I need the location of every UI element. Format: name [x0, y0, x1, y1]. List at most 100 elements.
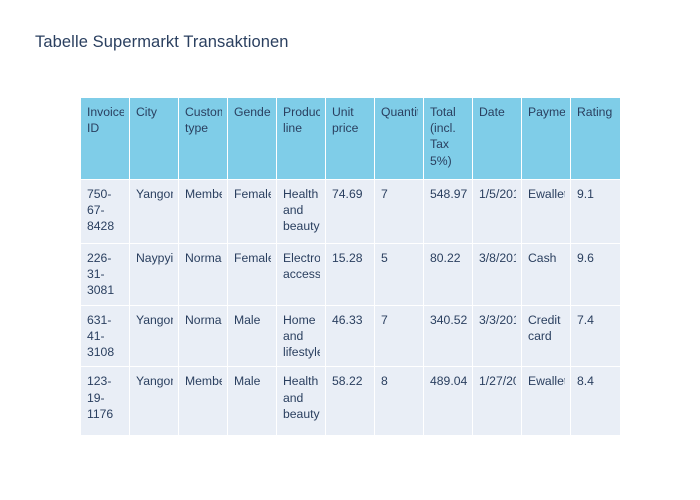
- cell-value: 3/3/2019: [479, 312, 516, 327]
- cell-value: 9.6: [577, 251, 594, 265]
- cell-value: 7: [381, 187, 388, 201]
- cell-gender: Female: [228, 244, 277, 306]
- cell-rating: 8.4: [571, 367, 620, 436]
- cell-value: 1/27/2019: [479, 374, 516, 389]
- cell-rating: 9.6: [571, 244, 620, 306]
- table-row: 750-67-8428 Yangon Member Female Health …: [81, 180, 620, 244]
- column-header-label: Customer type: [185, 105, 222, 136]
- cell-customer-type: Normal: [179, 244, 228, 306]
- column-header-label: Date: [479, 105, 505, 119]
- column-header-rating: Rating: [571, 98, 620, 180]
- cell-gender: Male: [228, 367, 277, 436]
- cell-invoice-id: 631-41-3108: [81, 305, 130, 368]
- table-header-row: Invoice ID City Customer type Gender Pro…: [81, 98, 620, 180]
- cell-unit-price: 74.69: [326, 180, 375, 244]
- cell-quantity: 7: [375, 305, 424, 368]
- column-header-product-line: Product line: [277, 98, 326, 180]
- cell-quantity: 5: [375, 244, 424, 306]
- cell-value: Female: [234, 187, 271, 201]
- column-header-label: Invoice ID: [87, 105, 124, 136]
- cell-payment: Credit card: [522, 305, 571, 368]
- cell-value: 8.4: [577, 374, 594, 389]
- cell-value: Cash: [528, 251, 557, 265]
- cell-total: 340.5255: [424, 305, 473, 368]
- column-header-label: Quantity: [381, 105, 418, 119]
- cell-value: Health and beauty: [283, 187, 320, 234]
- cell-value: Credit card: [528, 312, 561, 343]
- cell-value: Normal: [185, 312, 222, 327]
- cell-rating: 7.4: [571, 305, 620, 368]
- column-header-label: Rating: [577, 105, 613, 119]
- transactions-table-container: Invoice ID City Customer type Gender Pro…: [81, 98, 620, 436]
- table-row: 123-19-1176 Yangon Member Male Health an…: [81, 367, 620, 436]
- cell-payment: Ewallet: [522, 180, 571, 244]
- cell-gender: Female: [228, 180, 277, 244]
- column-header-city: City: [130, 98, 179, 180]
- cell-quantity: 7: [375, 180, 424, 244]
- cell-value: Female: [234, 251, 271, 265]
- column-header-payment: Payment: [522, 98, 571, 180]
- column-header-label: Payment: [528, 105, 565, 119]
- cell-value: 5: [381, 251, 388, 265]
- cell-total: 489.048: [424, 367, 473, 436]
- cell-value: 7: [381, 312, 388, 327]
- cell-value: Naypyitaw: [136, 251, 173, 265]
- cell-unit-price: 46.33: [326, 305, 375, 368]
- cell-city: Naypyitaw: [130, 244, 179, 306]
- column-header-label: City: [136, 105, 157, 119]
- cell-product-line: Electronic accessories: [277, 244, 326, 306]
- cell-invoice-id: 226-31-3081: [81, 244, 130, 306]
- cell-customer-type: Member: [179, 180, 228, 244]
- column-header-label: Product line: [283, 105, 320, 136]
- column-header-unit-price: Unit price: [326, 98, 375, 180]
- cell-value: Member: [185, 374, 222, 389]
- cell-city: Yangon: [130, 367, 179, 436]
- cell-customer-type: Normal: [179, 305, 228, 368]
- cell-value: 631-41-3108: [87, 312, 115, 360]
- cell-payment: Cash: [522, 244, 571, 306]
- cell-value: 123-19-1176: [87, 374, 114, 421]
- cell-value: 9.1: [577, 187, 594, 201]
- cell-quantity: 8: [375, 367, 424, 436]
- cell-product-line: Health and beauty: [277, 367, 326, 436]
- cell-gender: Male: [228, 305, 277, 368]
- cell-unit-price: 58.22: [326, 367, 375, 436]
- cell-value: 15.28: [332, 251, 363, 265]
- cell-value: Member: [185, 187, 222, 201]
- cell-value: 750-67-8428: [87, 187, 115, 234]
- cell-value: 3/8/2019: [479, 251, 516, 265]
- cell-value: 548.9715: [430, 187, 467, 201]
- cell-total: 80.22: [424, 244, 473, 306]
- cell-invoice-id: 123-19-1176: [81, 367, 130, 436]
- cell-customer-type: Member: [179, 367, 228, 436]
- cell-value: Home and lifestyle: [283, 312, 320, 360]
- cell-city: Yangon: [130, 180, 179, 244]
- cell-value: 8: [381, 374, 388, 389]
- cell-total: 548.9715: [424, 180, 473, 244]
- table-row: 631-41-3108 Yangon Normal Male Home and …: [81, 305, 620, 368]
- cell-value: Ewallet: [528, 374, 565, 389]
- cell-value: Ewallet: [528, 187, 565, 201]
- cell-value: Male: [234, 374, 261, 389]
- cell-unit-price: 15.28: [326, 244, 375, 306]
- column-header-total: Total (incl. Tax 5%): [424, 98, 473, 180]
- transactions-table: Invoice ID City Customer type Gender Pro…: [81, 98, 620, 436]
- column-header-invoice-id: Invoice ID: [81, 98, 130, 180]
- cell-value: 74.69: [332, 187, 363, 201]
- page-title: Tabelle Supermarkt Transaktionen: [35, 33, 289, 51]
- column-header-quantity: Quantity: [375, 98, 424, 180]
- column-header-date: Date: [473, 98, 522, 180]
- cell-product-line: Home and lifestyle: [277, 305, 326, 368]
- column-header-customer-type: Customer type: [179, 98, 228, 180]
- cell-value: 58.22: [332, 374, 363, 389]
- figure-canvas: Tabelle Supermarkt Transaktionen Invoice…: [0, 0, 700, 500]
- column-header-gender: Gender: [228, 98, 277, 180]
- table-header: Invoice ID City Customer type Gender Pro…: [81, 98, 620, 180]
- column-header-label: Total (incl. Tax 5%): [430, 105, 456, 168]
- cell-value: 340.5255: [430, 312, 467, 327]
- cell-rating: 9.1: [571, 180, 620, 244]
- cell-city: Yangon: [130, 305, 179, 368]
- cell-date: 3/8/2019: [473, 244, 522, 306]
- cell-payment: Ewallet: [522, 367, 571, 436]
- cell-date: 1/27/2019: [473, 367, 522, 436]
